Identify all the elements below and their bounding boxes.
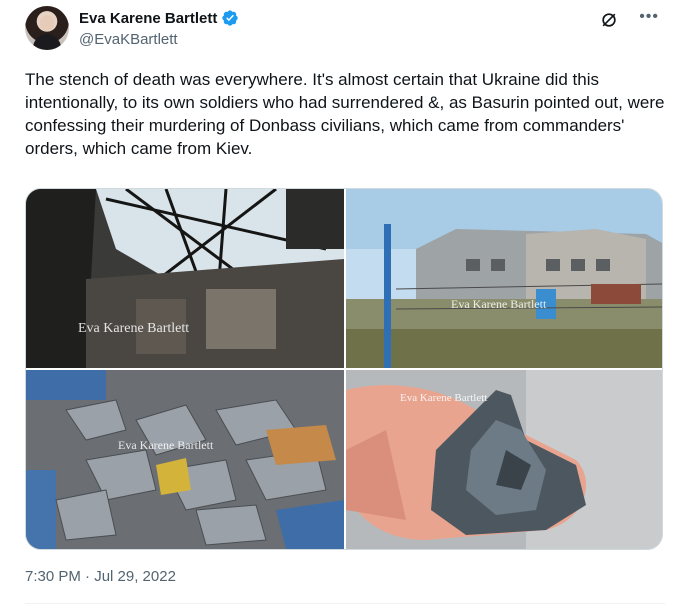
photo-damaged-building-image	[346, 189, 662, 368]
divider	[25, 603, 665, 604]
photo-damaged-building[interactable]: Eva Karene Bartlett	[346, 189, 662, 368]
tweet-timestamp[interactable]: 7:30 PM · Jul 29, 2022	[25, 568, 176, 585]
photo-ruined-interior-image	[26, 189, 344, 368]
grok-icon[interactable]	[599, 10, 619, 30]
watermark: Eva Karene Bartlett	[400, 392, 488, 404]
watermark: Eva Karene Bartlett	[78, 321, 190, 336]
photo-fragment-in-hand[interactable]: Eva Karene Bartlett	[346, 370, 662, 549]
photo-metal-fragments-image	[26, 370, 344, 549]
author-name[interactable]: Eva Karene Bartlett	[79, 10, 217, 27]
more-icon[interactable]: •••	[639, 8, 659, 26]
verified-badge-icon[interactable]	[221, 9, 239, 27]
media-grid: Eva Karene Bartlett Eva Karene Bartlett	[25, 188, 663, 550]
photo-metal-fragments[interactable]: Eva Karene Bartlett	[26, 370, 344, 549]
photo-ruined-interior[interactable]: Eva Karene Bartlett	[26, 189, 344, 368]
tweet-text: The stench of death was everywhere. It's…	[25, 70, 665, 158]
watermark: Eva Karene Bartlett	[118, 438, 214, 452]
avatar[interactable]	[25, 6, 69, 50]
tweet-header: Eva Karene Bartlett @EvaKBartlett •••	[25, 6, 665, 52]
author-name-row: Eva Karene Bartlett	[79, 9, 239, 27]
photo-fragment-in-hand-image	[346, 370, 662, 549]
author-handle[interactable]: @EvaKBartlett	[79, 31, 178, 48]
watermark: Eva Karene Bartlett	[451, 297, 547, 311]
